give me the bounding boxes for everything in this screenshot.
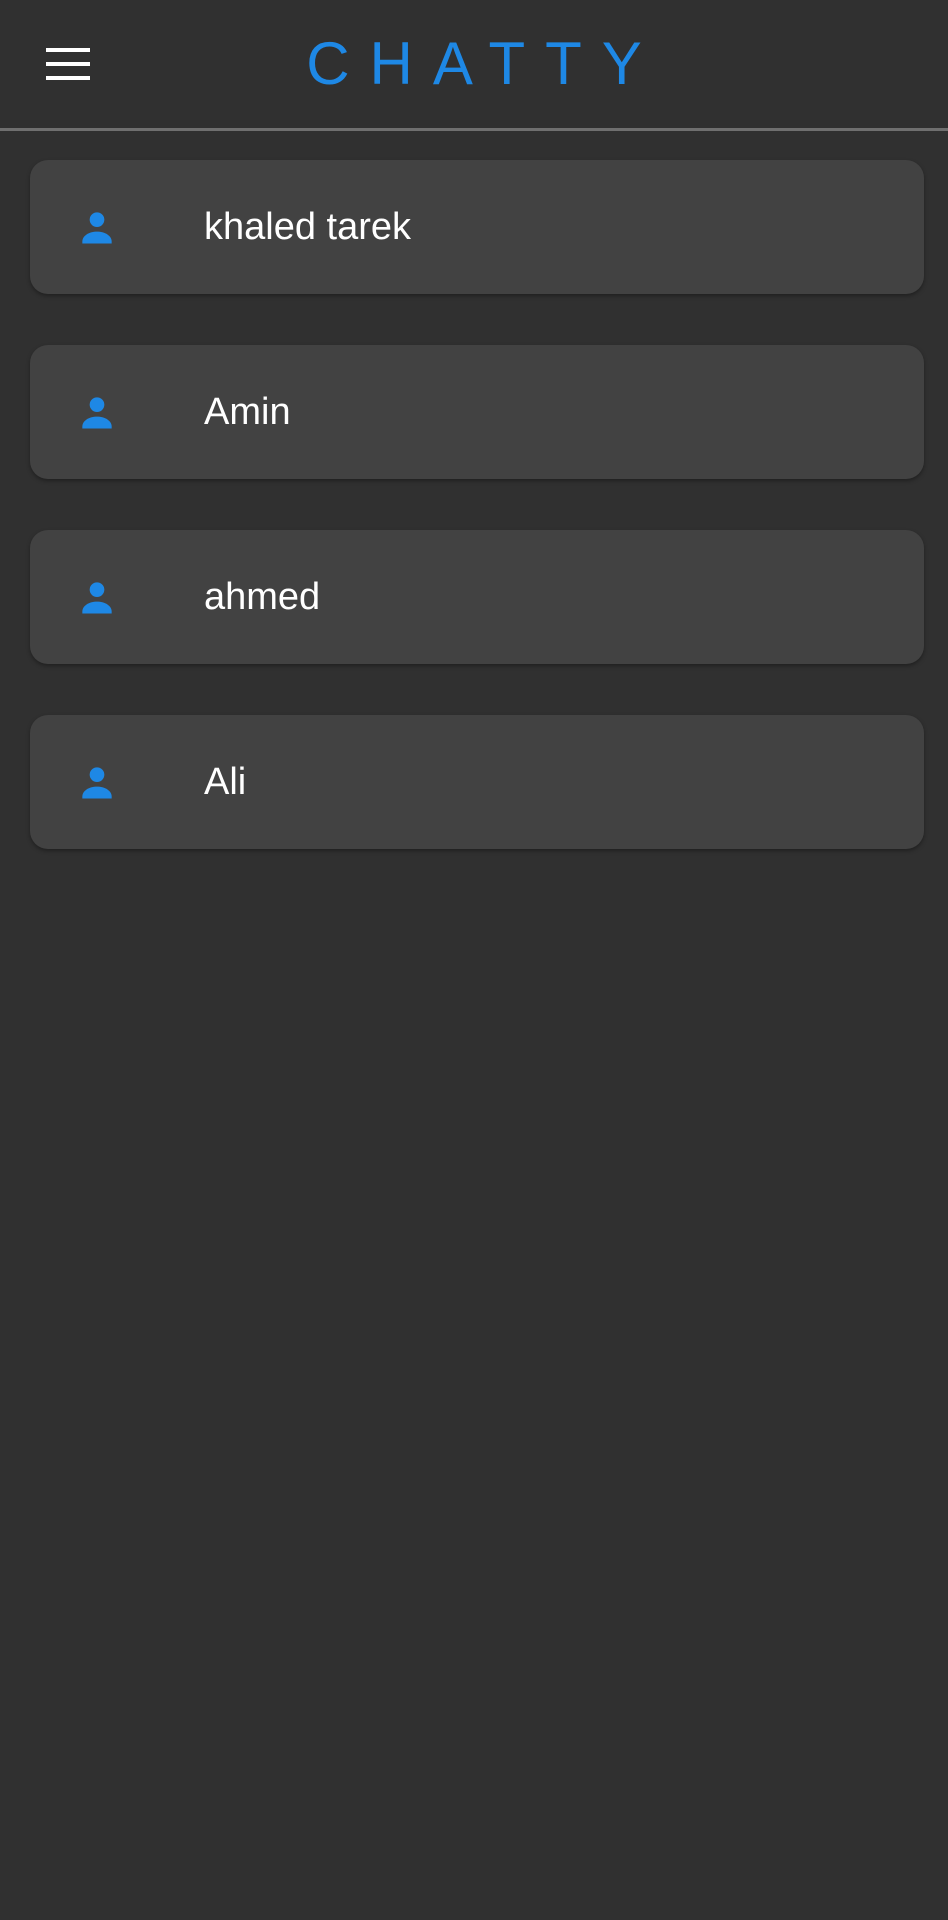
user-name: Ali	[204, 761, 247, 803]
person-icon	[75, 575, 119, 619]
user-list-item[interactable]: khaled tarek	[30, 160, 924, 294]
app-screen: CHATTY khaled tarek Amin ahmed Ali	[0, 0, 948, 1920]
user-name: khaled tarek	[204, 206, 412, 248]
user-list-item[interactable]: Ali	[30, 715, 924, 849]
app-title: CHATTY	[306, 30, 662, 97]
user-list-item[interactable]: ahmed	[30, 530, 924, 664]
person-icon	[75, 760, 119, 804]
app-bar: CHATTY	[0, 0, 948, 131]
person-icon	[75, 390, 119, 434]
user-name: Amin	[204, 391, 291, 433]
user-list: khaled tarek Amin ahmed Ali	[30, 160, 924, 900]
user-list-item[interactable]: Amin	[30, 345, 924, 479]
person-icon	[75, 205, 119, 249]
user-name: ahmed	[204, 576, 321, 618]
